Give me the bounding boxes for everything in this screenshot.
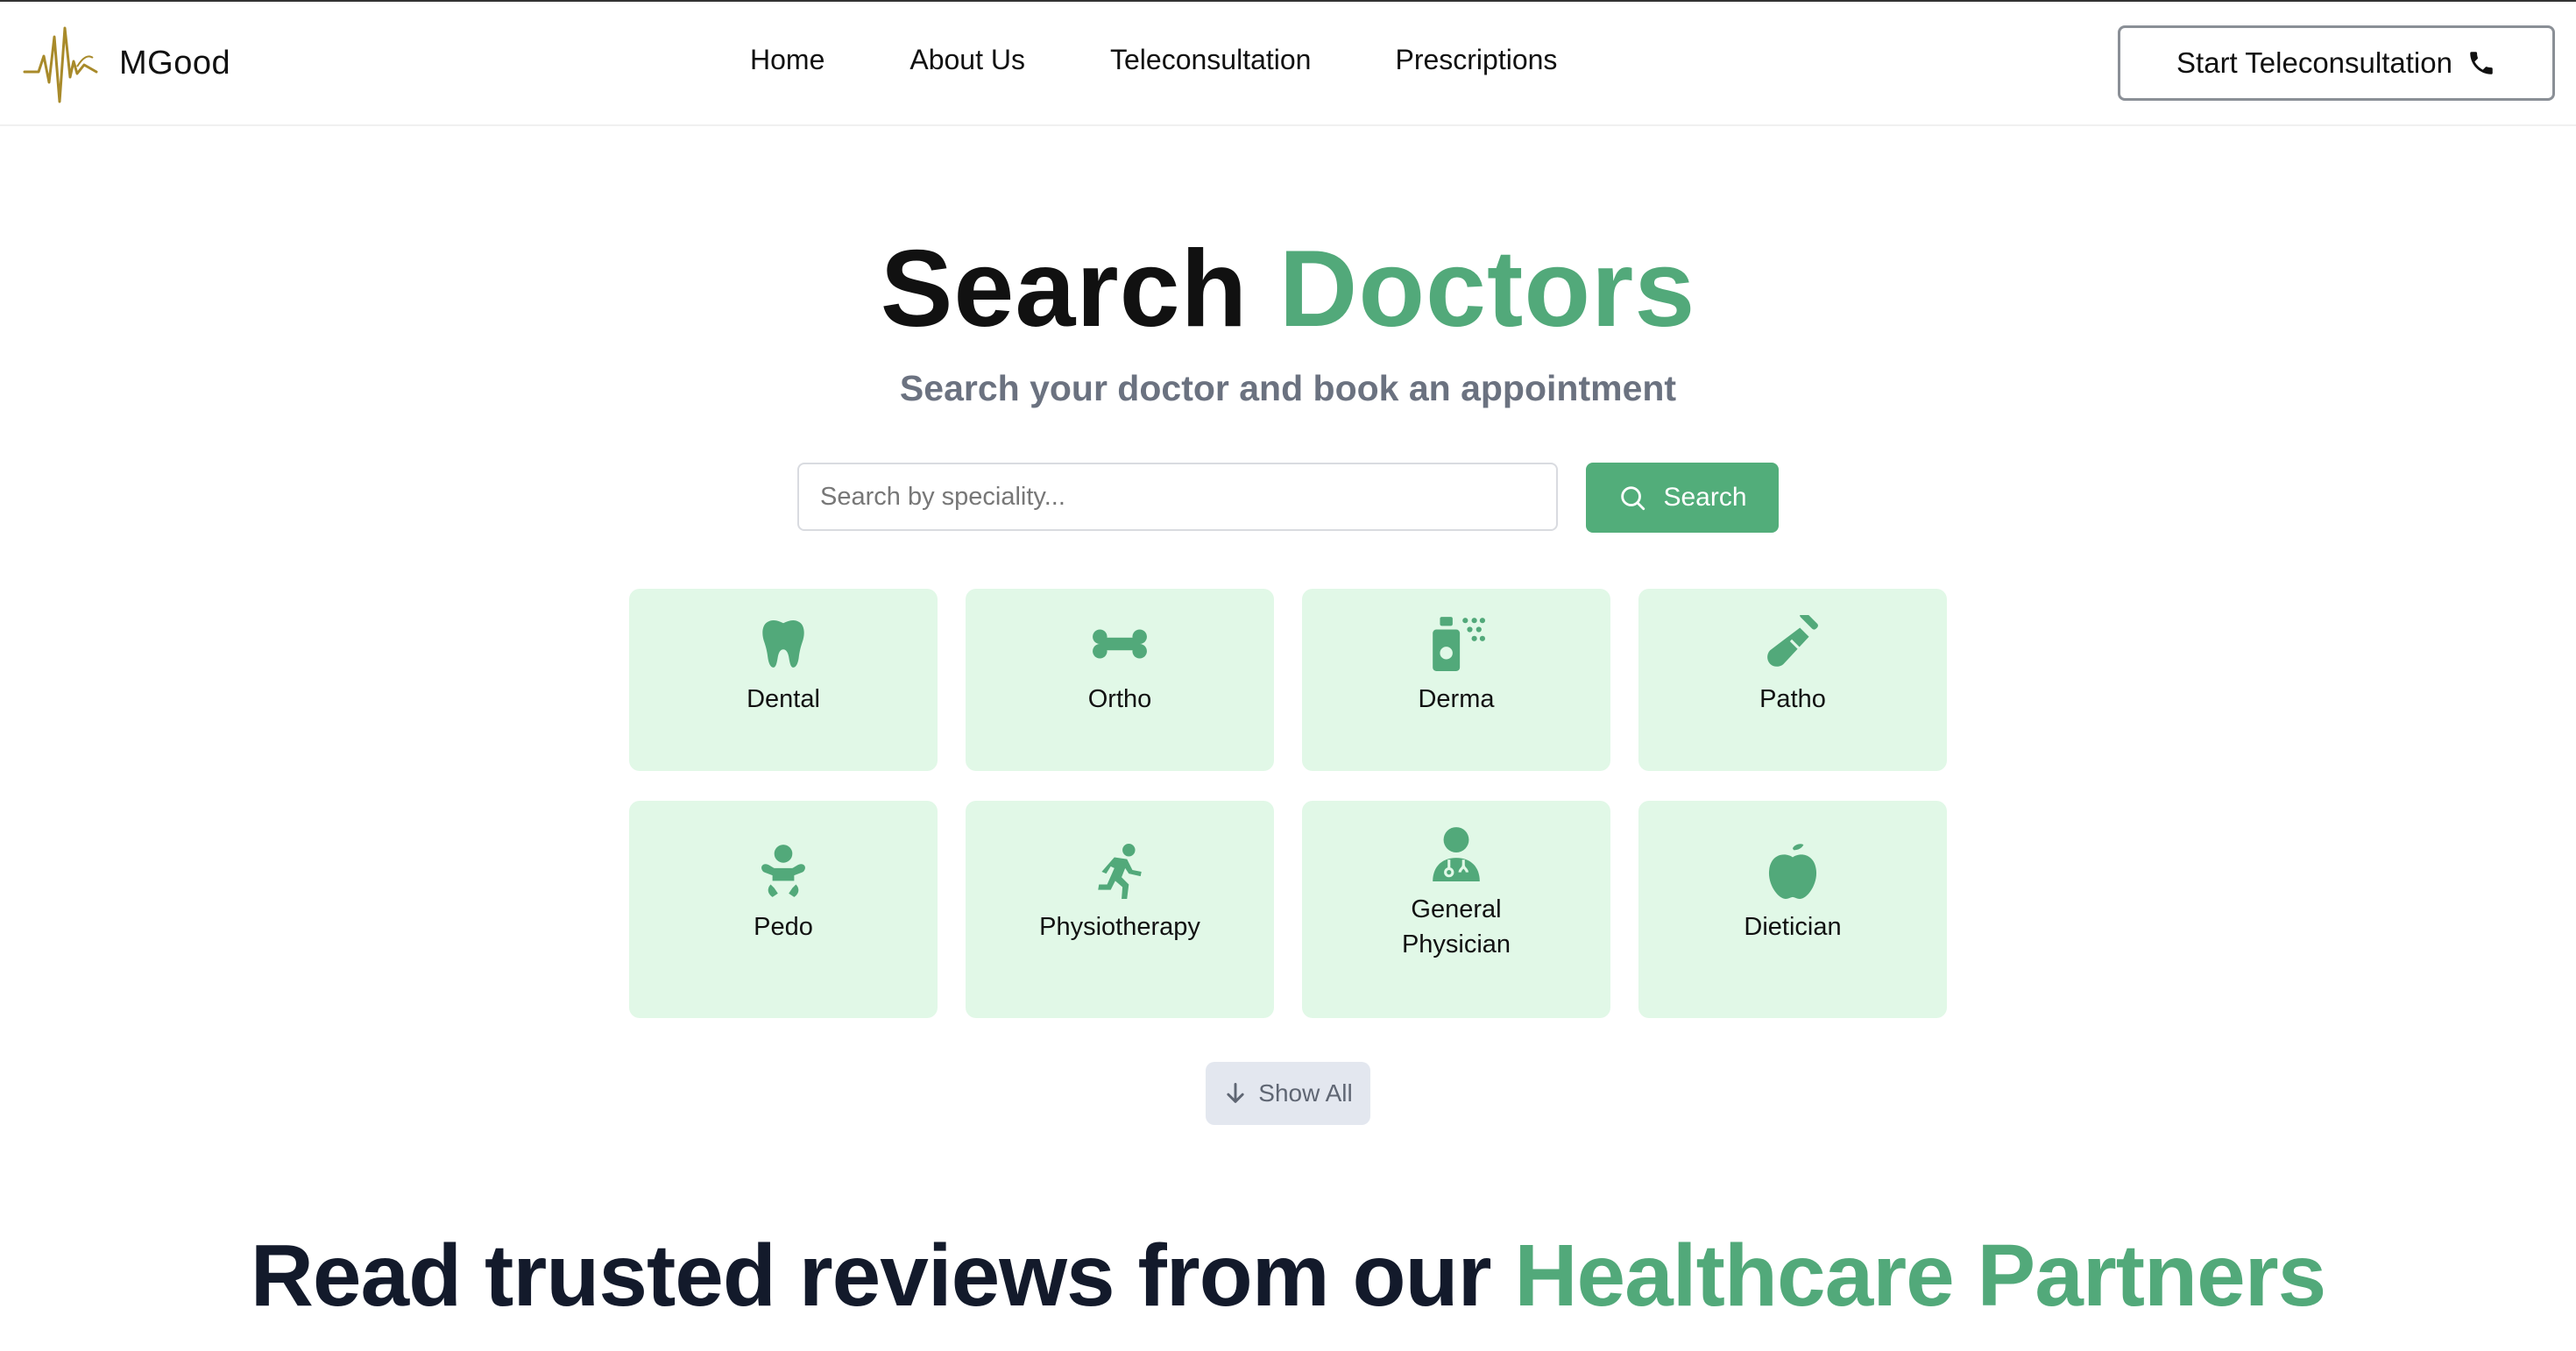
speciality-card-general-physician[interactable]: General Physician [1302,801,1610,1018]
heartbeat-logo-icon [23,26,98,103]
search-button[interactable]: Search [1586,463,1779,533]
title-part-doctors: Doctors [1278,229,1696,350]
speciality-label: Ortho [1087,685,1152,713]
speciality-card-derma[interactable]: Derma [1302,589,1610,771]
brand-name: MGood [119,44,231,81]
speciality-card-pedo[interactable]: Pedo [629,801,938,1018]
speciality-search-input[interactable] [797,463,1558,531]
tooth-icon [762,619,804,668]
search-button-label: Search [1663,483,1747,512]
brand-logo[interactable]: MGood [23,21,230,105]
speciality-card-physiotherapy[interactable]: Physiotherapy [966,801,1274,1018]
speciality-label: Dental [747,685,820,713]
baby-icon [761,845,805,897]
arrow-down-icon [1227,1083,1244,1103]
speciality-card-ortho[interactable]: Ortho [966,589,1274,771]
nav-prescriptions[interactable]: Prescriptions [1395,44,1557,76]
apple-icon [1768,844,1817,899]
test-tube-icon [1767,615,1818,667]
speciality-label: Derma [1418,685,1495,713]
reviews-heading-part2: Healthcare Partners [1514,1227,2326,1325]
cta-label: Start Teleconsultation [2176,46,2452,79]
show-all-label: Show All [1258,1079,1353,1107]
speciality-label: Physiotherapy [1039,913,1200,941]
running-person-icon [1098,844,1142,899]
phone-icon [2470,52,2493,74]
page-subtitle: Search your doctor and book an appointme… [899,368,1677,408]
speciality-label: Pedo [754,913,813,941]
title-part-search: Search [880,229,1249,350]
search-icon [1621,486,1645,511]
main-nav: Home About Us Teleconsultation Prescript… [750,44,1557,76]
reviews-heading-part1: Read trusted reviews from our [250,1227,1492,1325]
bone-icon [1093,629,1147,659]
speciality-label: Dietician [1744,913,1842,941]
nav-teleconsultation[interactable]: Teleconsultation [1110,44,1311,76]
reviews-heading: Read trusted reviews from our Healthcare… [0,1220,2576,1332]
start-teleconsultation-button[interactable]: Start Teleconsultation [2118,25,2555,101]
show-all-button[interactable]: Show All [1206,1062,1370,1125]
site-header: MGood Home About Us Teleconsultation Pre… [0,2,2576,126]
nav-about-us[interactable]: About Us [909,44,1025,76]
doctor-icon [1433,827,1480,881]
speciality-card-dental[interactable]: Dental [629,589,938,771]
page-title: Search Doctors [0,228,2576,350]
speciality-label: General Physician [1401,895,1511,958]
speciality-label: Patho [1759,685,1826,713]
speciality-card-dietician[interactable]: Dietician [1638,801,1947,1018]
speciality-card-patho[interactable]: Patho [1638,589,1947,771]
spray-bottle-icon [1433,617,1485,671]
nav-home[interactable]: Home [750,44,824,76]
